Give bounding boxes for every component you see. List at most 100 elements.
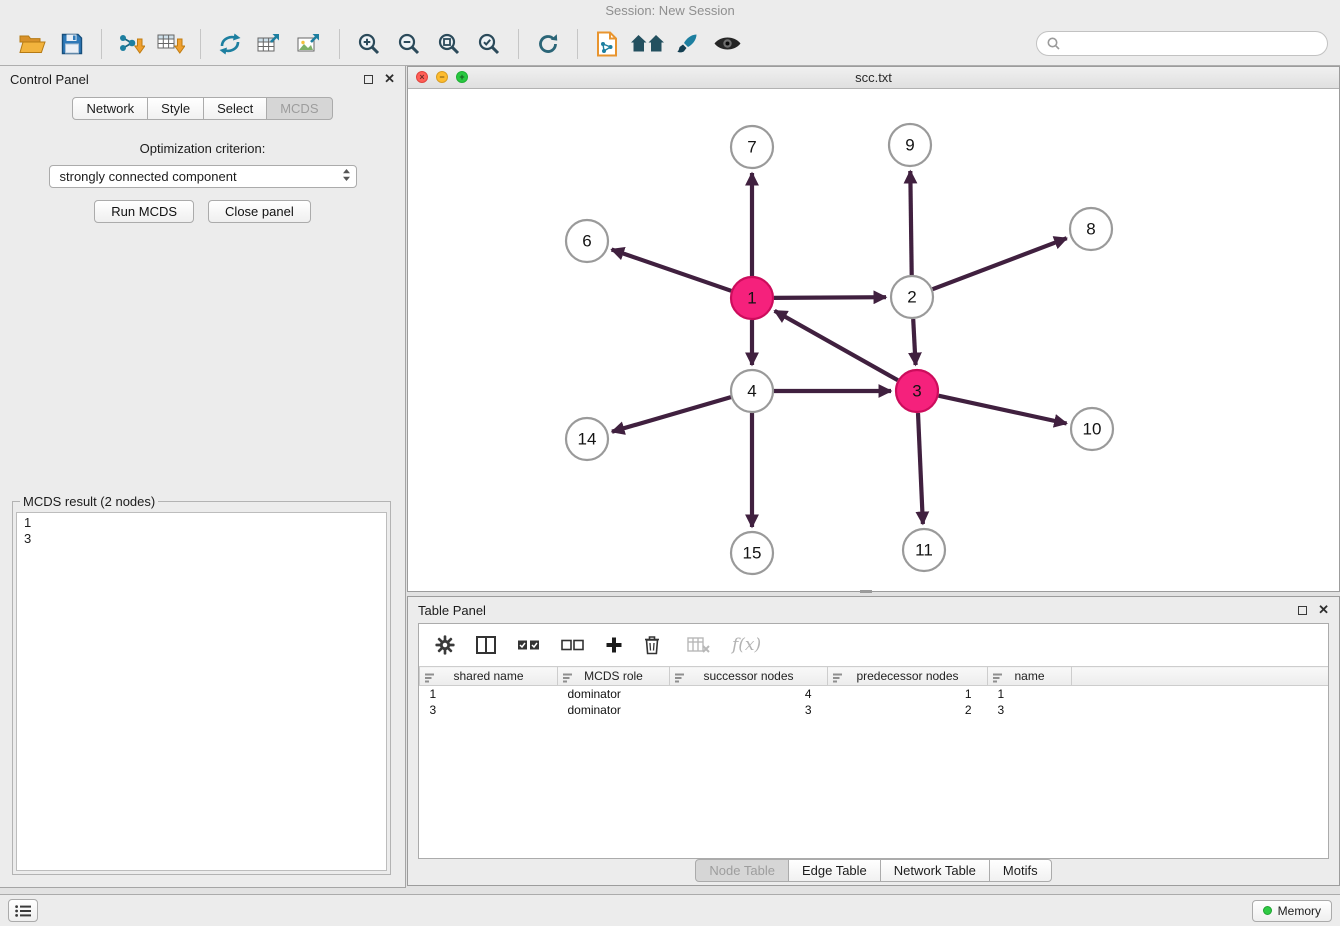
save-session-button[interactable] [52, 25, 92, 63]
delete-column-button[interactable] [644, 635, 660, 655]
graph-node-4[interactable]: 4 [731, 370, 773, 412]
deselect-all-button[interactable] [561, 637, 584, 653]
zoom-fit-button[interactable] [429, 25, 469, 63]
home-button[interactable] [627, 25, 667, 63]
import-network-button[interactable] [111, 25, 151, 63]
table-tab-motifs[interactable]: Motifs [989, 859, 1052, 882]
tab-select[interactable]: Select [203, 97, 267, 120]
control-panel-tabs: NetworkStyleSelectMCDS [0, 97, 405, 120]
graph-node-6[interactable]: 6 [566, 220, 608, 262]
open-session-button[interactable] [12, 25, 52, 63]
graph-node-11[interactable]: 11 [903, 529, 945, 571]
minimize-window-icon[interactable]: − [436, 71, 448, 83]
apply-style-button[interactable] [667, 25, 707, 63]
select-all-button[interactable] [517, 637, 540, 653]
table-cell[interactable]: 3 [420, 702, 558, 718]
run-mcds-button[interactable]: Run MCDS [94, 200, 194, 223]
close-window-icon[interactable]: × [416, 71, 428, 83]
table-cell[interactable]: 3 [988, 702, 1072, 718]
graph-node-3[interactable]: 3 [896, 370, 938, 412]
delete-table-button[interactable] [687, 636, 711, 654]
graph-node-7[interactable]: 7 [731, 126, 773, 168]
float-table-panel-icon[interactable] [1298, 606, 1307, 615]
zoom-selected-button[interactable] [469, 25, 509, 63]
graph-node-8[interactable]: 8 [1070, 208, 1112, 250]
graph-edge-3-10[interactable] [939, 396, 1067, 424]
graph-edge-2-9[interactable] [910, 171, 911, 275]
function-builder-button[interactable]: f(x) [732, 635, 761, 655]
float-panel-icon[interactable] [364, 75, 373, 84]
search-field[interactable] [1036, 31, 1328, 56]
close-panel-button[interactable]: Close panel [208, 200, 311, 223]
network-view[interactable]: 7 9 6 8 1 2 4 3 14 10 15 11 [408, 89, 1339, 591]
add-column-button[interactable] [605, 636, 623, 654]
refresh-layout-button[interactable] [528, 25, 568, 63]
table-cell[interactable]: 1 [988, 686, 1072, 702]
trash-icon [644, 635, 660, 655]
zoom-in-button[interactable] [349, 25, 389, 63]
import-table-button[interactable] [151, 25, 191, 63]
graph-edge-1-6[interactable] [612, 250, 732, 291]
table-cell[interactable]: dominator [558, 702, 670, 718]
graph-node-1[interactable]: 1 [731, 277, 773, 319]
show-hide-button[interactable] [707, 25, 747, 63]
splitter-grip[interactable] [860, 588, 872, 595]
column-header-name[interactable]: name [988, 667, 1072, 686]
graph-node-15[interactable]: 15 [731, 532, 773, 574]
mcds-result-list[interactable]: 1 3 [16, 512, 387, 871]
graph-edge-2-8[interactable] [933, 238, 1067, 289]
column-header-shared-name[interactable]: shared name [420, 667, 558, 686]
home-icon [630, 34, 665, 53]
tab-network[interactable]: Network [72, 97, 148, 120]
export-image-button[interactable] [290, 25, 330, 63]
graph-node-10[interactable]: 10 [1071, 408, 1113, 450]
table-cell[interactable]: 1 [420, 686, 558, 702]
close-panel-icon[interactable]: ✕ [384, 74, 395, 84]
tab-style[interactable]: Style [147, 97, 204, 120]
table-tab-edge-table[interactable]: Edge Table [788, 859, 881, 882]
network-window-titlebar[interactable]: × − + scc.txt [408, 67, 1339, 89]
criterion-dropdown[interactable]: strongly connected component [49, 165, 357, 188]
table-row[interactable]: 3dominator323 [420, 702, 1329, 718]
network-canvas[interactable]: 7 9 6 8 1 2 4 3 14 10 15 11 [408, 89, 1339, 591]
export-image-icon [297, 32, 323, 56]
search-icon [1047, 37, 1060, 50]
graph-node-14[interactable]: 14 [566, 418, 608, 460]
svg-text:15: 15 [743, 544, 762, 563]
search-input[interactable] [1066, 36, 1317, 51]
toolbar-separator [339, 29, 340, 59]
memory-button[interactable]: Memory [1252, 900, 1332, 922]
graph-node-9[interactable]: 9 [889, 124, 931, 166]
svg-text:11: 11 [915, 541, 933, 560]
document-network-icon [596, 31, 618, 57]
graph-edge-3-1[interactable] [775, 311, 898, 380]
table-cell[interactable]: dominator [558, 686, 670, 702]
zoom-out-button[interactable] [389, 25, 429, 63]
node-table: shared nameMCDS rolesuccessor nodesprede… [419, 666, 1328, 718]
table-settings-button[interactable] [435, 635, 455, 655]
column-sort-icon [993, 672, 1002, 686]
clone-network-button[interactable] [587, 25, 627, 63]
graph-edge-1-2[interactable] [774, 297, 886, 298]
share-network-button[interactable] [210, 25, 250, 63]
table-cell[interactable]: 1 [828, 686, 988, 702]
graph-edge-3-11[interactable] [918, 413, 923, 524]
export-table-button[interactable] [250, 25, 290, 63]
table-cell[interactable]: 4 [670, 686, 828, 702]
table-row[interactable]: 1dominator411 [420, 686, 1329, 702]
graph-node-2[interactable]: 2 [891, 276, 933, 318]
column-header-successor-nodes[interactable]: successor nodes [670, 667, 828, 686]
show-column-button[interactable] [476, 636, 496, 654]
graph-edge-2-3[interactable] [913, 319, 915, 365]
table-cell[interactable]: 2 [828, 702, 988, 718]
table-cell[interactable]: 3 [670, 702, 828, 718]
column-header-MCDS-role[interactable]: MCDS role [558, 667, 670, 686]
table-tab-node-table[interactable]: Node Table [695, 859, 789, 882]
column-header-predecessor-nodes[interactable]: predecessor nodes [828, 667, 988, 686]
tab-mcds[interactable]: MCDS [266, 97, 332, 120]
graph-edge-4-14[interactable] [612, 397, 731, 432]
task-history-button[interactable] [8, 899, 38, 922]
close-table-panel-icon[interactable]: ✕ [1318, 605, 1329, 615]
maximize-window-icon[interactable]: + [456, 71, 468, 83]
table-tab-network-table[interactable]: Network Table [880, 859, 990, 882]
